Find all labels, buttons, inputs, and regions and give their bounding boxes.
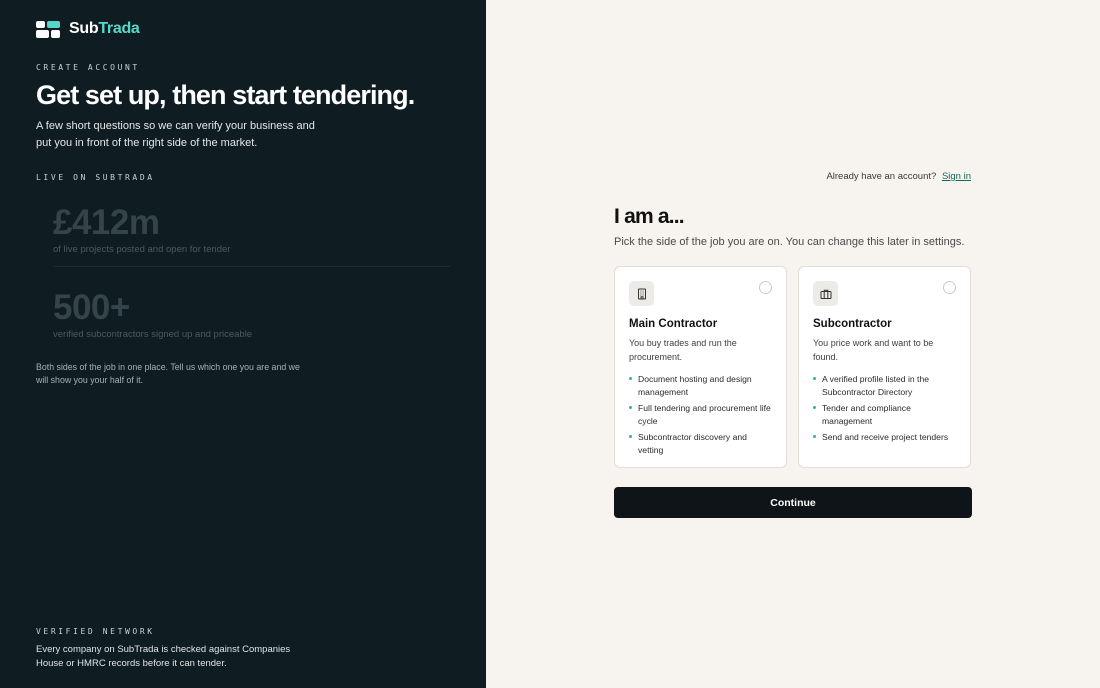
stat-value: 500+ [53,288,130,327]
feature-item: Send and receive project tenders [813,431,956,444]
feature-item: A verified profile listed in the Subcont… [813,373,956,398]
feature-item: Document hosting and design management [629,373,772,398]
card-description: You buy trades and run the procurement. [629,338,737,362]
stat-value: £412m [53,203,160,242]
stat-label: of live projects posted and open for ten… [53,244,231,255]
building-icon [629,281,654,306]
signin-row: Already have an account? Sign in [826,171,971,182]
feature-item: Subcontractor discovery and vetting [629,431,772,456]
role-card-main-contractor[interactable]: Main Contractor You buy trades and run t… [614,266,787,468]
role-card-subcontractor[interactable]: Subcontractor You price work and want to… [798,266,971,468]
eyebrow-create-account: CREATE ACCOUNT [36,63,140,72]
card-title: Main Contractor [629,318,718,330]
feature-item: Full tendering and procurement life cycl… [629,402,772,427]
stat-projects: £412m of live projects posted and open f… [53,205,230,255]
brand-logo[interactable]: SubTrada [36,20,140,38]
feature-list: A verified profile listed in the Subcont… [813,373,956,444]
card-title: Subcontractor [813,318,892,330]
stat-label: verified subcontractors signed up and pr… [53,329,253,340]
page-headline: Get set up, then start tendering. [36,80,415,110]
stat-subcontractors: 500+ verified subcontractors signed up a… [53,290,252,340]
eyebrow-verified-network: VERIFIED NETWORK [36,627,155,636]
feature-list: Document hosting and design management F… [629,373,772,456]
signin-link[interactable]: Sign in [942,171,971,182]
role-radio-main-contractor[interactable] [759,281,772,294]
both-sides-text: Both sides of the job in one place. Tell… [36,362,300,385]
signin-prompt: Already have an account? [826,171,937,182]
left-panel: SubTrada CREATE ACCOUNT Get set up, then… [0,0,486,688]
intro-text: A few short questions so we can verify y… [36,120,315,149]
role-radio-subcontractor[interactable] [943,281,956,294]
role-title: I am a... [614,205,685,228]
feature-item: Tender and compliance management [813,402,956,427]
verified-network-text: Every company on SubTrada is checked aga… [36,644,291,669]
continue-button[interactable]: Continue [614,487,972,518]
brand-name: SubTrada [69,20,140,37]
stat-divider [53,266,450,267]
card-description: You price work and want to be found. [813,338,934,362]
logo-icon [36,20,60,38]
eyebrow-live-on: LIVE ON SUBTRADA [36,173,155,182]
right-panel: Already have an account? Sign in I am a.… [486,0,1100,688]
role-subtitle: Pick the side of the job you are on. You… [614,236,965,248]
briefcase-icon [813,281,838,306]
